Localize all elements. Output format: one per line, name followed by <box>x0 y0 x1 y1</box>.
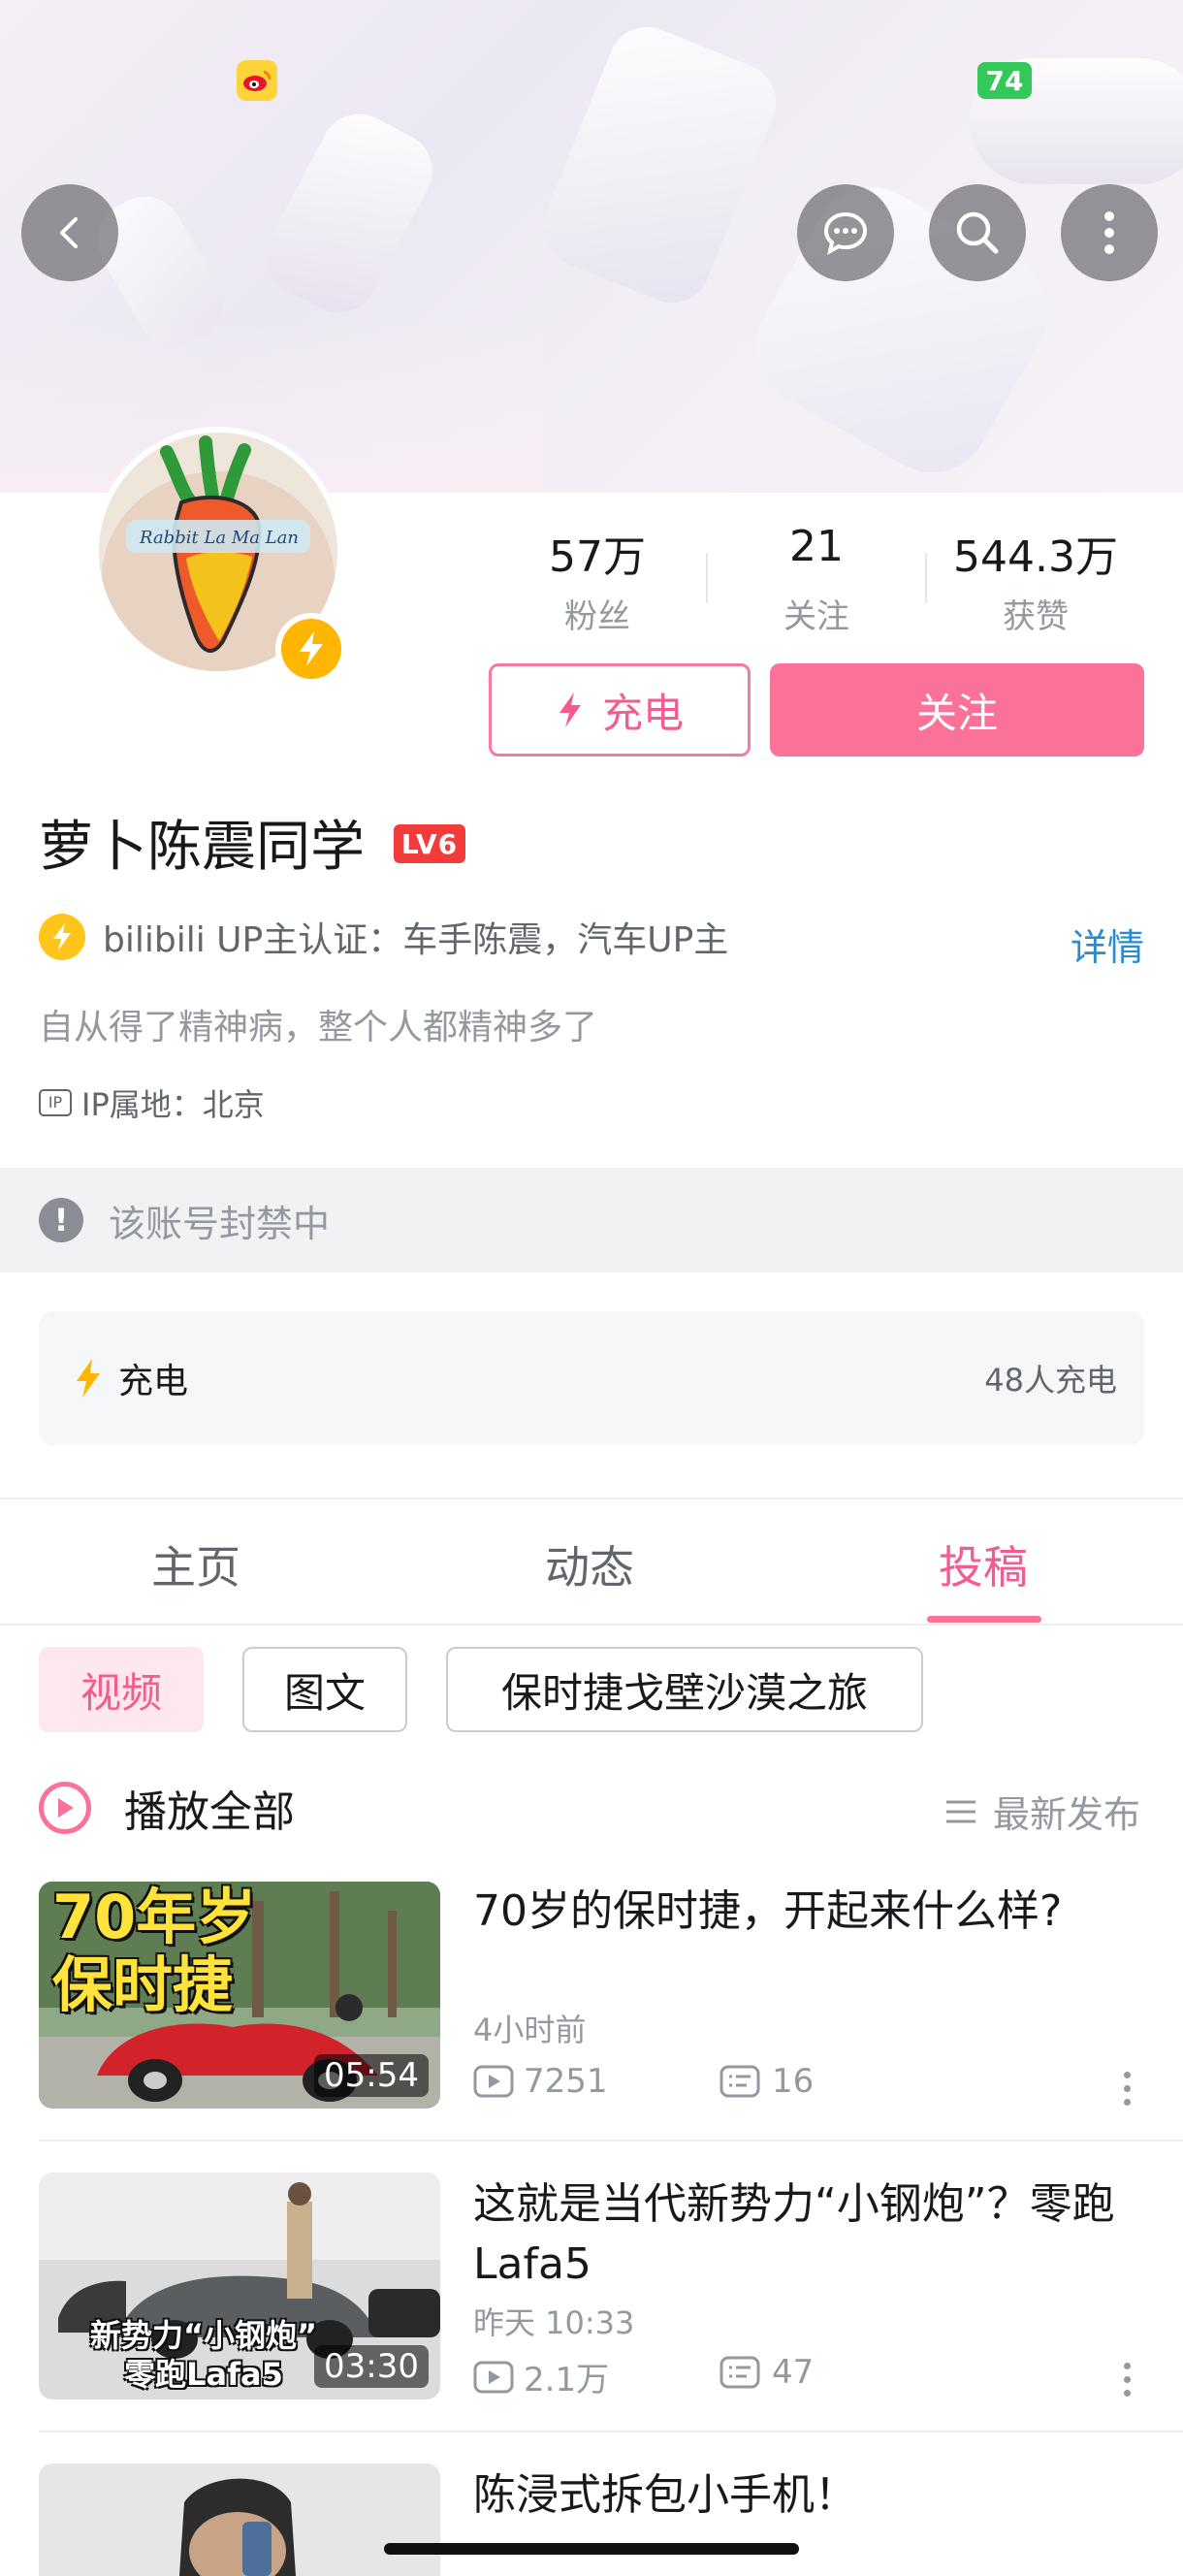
active-tab-indicator <box>927 1616 1041 1623</box>
stat-divider <box>925 553 927 603</box>
details-link[interactable]: 详情 <box>1071 918 1144 971</box>
charge-card[interactable]: 充电 48人充电 <box>39 1311 1144 1445</box>
fans-count[interactable]: 57万 <box>500 522 694 584</box>
danmaku-count: 47 <box>719 2353 814 2392</box>
danmaku-icon <box>719 2065 760 2098</box>
thumbnail-text-line: 保时捷 <box>52 1949 234 2020</box>
charge-badge-icon <box>275 613 347 685</box>
play-count-icon <box>473 2065 514 2098</box>
tab-dynamic[interactable]: 动态 <box>444 1532 735 1596</box>
danmaku-count-text: 16 <box>772 2062 815 2101</box>
search-icon <box>956 211 999 254</box>
play-all-button[interactable]: 播放全部 <box>39 1777 295 1839</box>
level-badge: LV6 <box>394 824 465 863</box>
following-label: 关注 <box>783 597 849 636</box>
lightning-icon <box>559 692 581 727</box>
charge-button[interactable]: 充电 <box>489 663 751 757</box>
likes-count: 544.3万 <box>953 532 1118 582</box>
charge-count: 48人充电 <box>984 1362 1117 1399</box>
video-more-icon[interactable] <box>1123 2363 1131 2397</box>
video-thumbnail[interactable] <box>39 2463 440 2576</box>
charge-button-label: 充电 <box>601 689 684 737</box>
video-thumbnail[interactable]: 70年岁 保时捷 05:54 <box>39 1882 440 2109</box>
play-circle-icon <box>39 1782 91 1834</box>
chip-article[interactable]: 图文 <box>242 1647 407 1732</box>
lightning-icon <box>77 1359 100 1398</box>
video-title[interactable]: 70岁的保时捷，开起来什么样? <box>473 1882 1142 1942</box>
follow-button-label: 关注 <box>915 689 998 737</box>
stat-divider <box>706 553 708 603</box>
view-count-text: 2.1万 <box>524 2361 610 2399</box>
video-duration: 05:54 <box>314 2054 429 2097</box>
search-button[interactable] <box>929 184 1026 281</box>
chip-video[interactable]: 视频 <box>39 1647 204 1732</box>
video-more-icon[interactable] <box>1123 2072 1131 2106</box>
danmaku-icon <box>719 2356 760 2389</box>
tab-home[interactable]: 主页 <box>50 1532 341 1596</box>
danmaku-count: 16 <box>719 2062 814 2101</box>
play-all-label: 播放全部 <box>124 1787 295 1837</box>
follow-button[interactable]: 关注 <box>770 663 1144 757</box>
avatar-banner-text: Rabbit La Ma Lan <box>139 528 300 548</box>
row-divider <box>39 2140 1183 2141</box>
verified-lightning-icon <box>39 914 85 960</box>
verification-text: bilibili UP主认证：车手陈震，汽车UP主 <box>103 920 729 960</box>
weibo-status-icon <box>237 60 277 101</box>
video-time: 4小时前 <box>473 2012 587 2048</box>
thumbnail-text: 70年岁 保时捷 <box>52 1884 256 2019</box>
thumbnail-text-line: 70年岁 <box>52 1882 257 1952</box>
tabs-divider <box>0 1624 1183 1626</box>
sort-button[interactable]: 最新发布 <box>944 1785 1140 1838</box>
username: 萝卜陈震同学 <box>39 816 365 879</box>
signature: 自从得了精神病，整个人都精神多了 <box>39 1008 598 1047</box>
video-title[interactable]: 陈浸式拆包小手机！ <box>473 2465 1142 2526</box>
ban-notice-text: 该账号封禁中 <box>109 1202 331 1245</box>
video-time: 昨天 10:33 <box>473 2304 635 2341</box>
following-count[interactable]: 21 <box>719 522 913 571</box>
view-count-text: 7251 <box>524 2062 608 2101</box>
ip-location-row: IP IP属地：北京 <box>39 1080 265 1125</box>
sort-label: 最新发布 <box>993 1793 1141 1836</box>
more-options-button[interactable] <box>1061 184 1158 281</box>
battery-icon: 74 <box>977 62 1032 99</box>
view-count: 7251 <box>473 2062 608 2101</box>
video-title[interactable]: 这就是当代新势力“小钢炮”？零跑Lafa5 <box>473 2174 1142 2295</box>
charge-card-label: 充电 <box>118 1362 189 1401</box>
unboxing-thumbnail-image <box>39 2463 440 2576</box>
video-duration: 03:30 <box>314 2345 429 2388</box>
fans-label: 粉丝 <box>564 597 630 636</box>
home-indicator <box>384 2543 799 2555</box>
ip-location-text: IP属地：北京 <box>81 1086 265 1123</box>
video-thumbnail[interactable]: 新势力“小钢炮” 零跑Lafa5 03:30 <box>39 2173 440 2399</box>
ban-notice: ! 该账号封禁中 <box>0 1168 1183 1272</box>
section-divider <box>0 1497 1183 1499</box>
row-divider <box>39 2431 1183 2432</box>
warning-icon: ! <box>39 1198 83 1242</box>
verification-row: bilibili UP主认证：车手陈震，汽车UP主 <box>39 912 728 962</box>
chip-collection[interactable]: 保时捷戈壁沙漠之旅 <box>446 1647 923 1732</box>
chevron-left-icon <box>60 217 78 248</box>
ip-icon: IP <box>39 1089 72 1116</box>
tab-uploads[interactable]: 投稿 <box>838 1532 1129 1596</box>
more-vertical-icon <box>1104 211 1114 254</box>
danmaku-count-text: 47 <box>772 2353 815 2392</box>
list-icon <box>946 1800 975 1822</box>
view-count: 2.1万 <box>473 2353 609 2400</box>
chat-bubble-icon <box>823 211 868 255</box>
back-button[interactable] <box>21 184 118 281</box>
play-count-icon <box>473 2361 514 2393</box>
likes-label: 获赞 <box>1003 597 1069 636</box>
message-button[interactable] <box>797 184 894 281</box>
